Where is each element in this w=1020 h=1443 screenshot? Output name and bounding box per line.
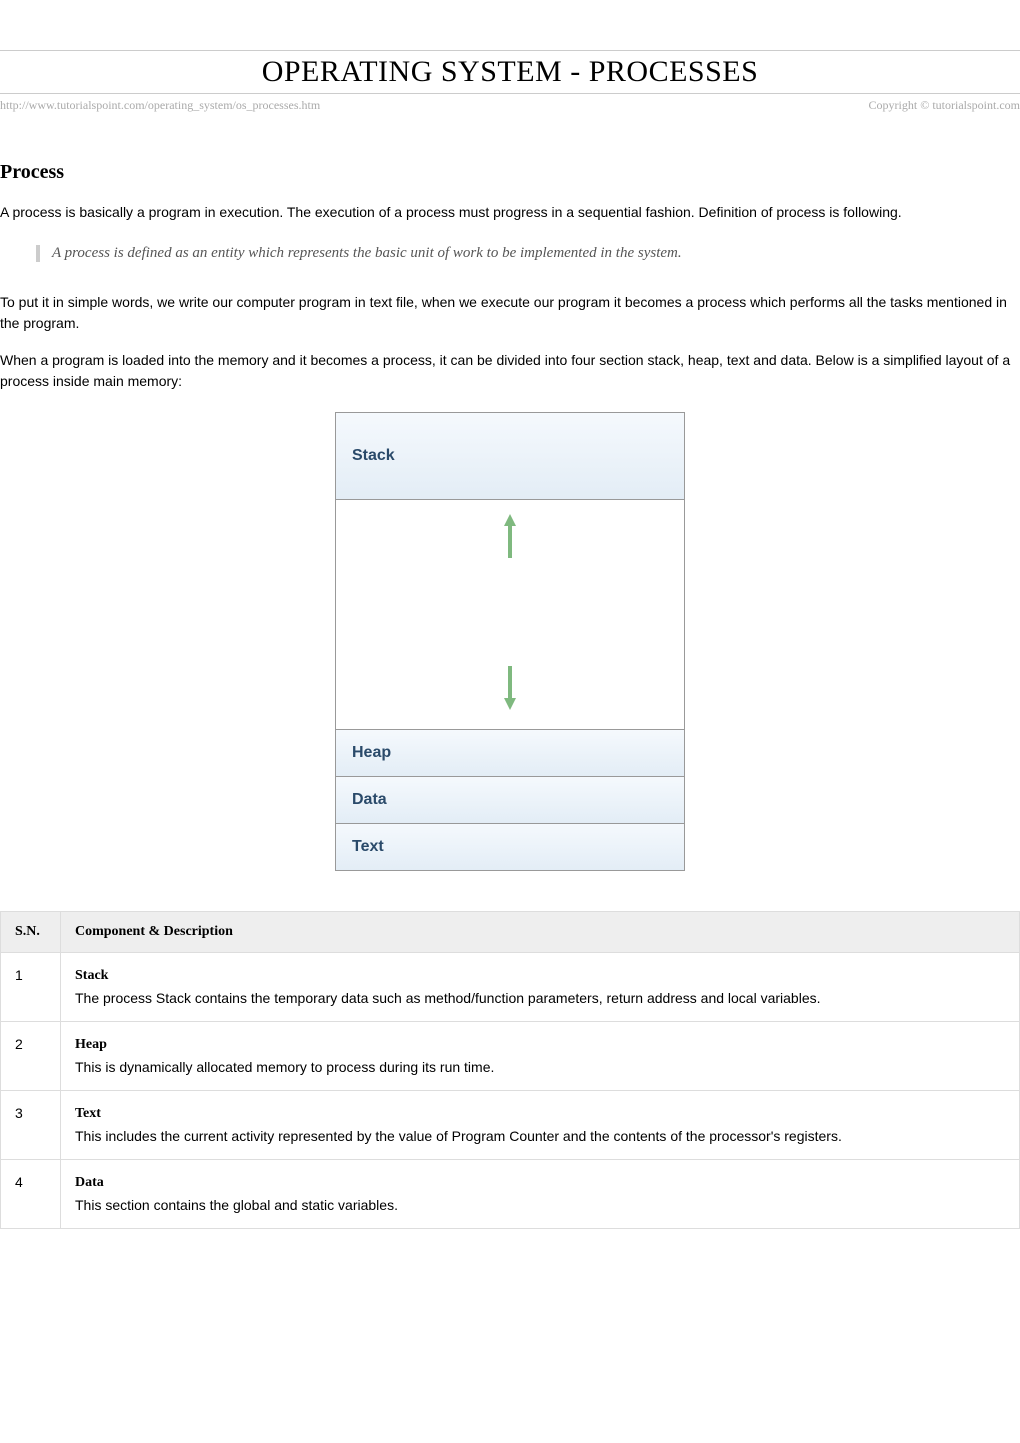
memory-diagram: Stack Heap Data Text (335, 412, 685, 871)
table-cell-sn: 1 (1, 953, 61, 1022)
table-row: 4 Data This section contains the global … (1, 1160, 1020, 1229)
memory-gap (336, 500, 684, 730)
component-name: Stack (75, 965, 1005, 986)
arrow-up-icon (502, 514, 518, 563)
table-cell-desc: Text This includes the current activity … (61, 1091, 1020, 1160)
table-header-sn: S.N. (1, 912, 61, 953)
table-row: 3 Text This includes the current activit… (1, 1091, 1020, 1160)
table-row: 2 Heap This is dynamically allocated mem… (1, 1022, 1020, 1091)
paragraph-intro: A process is basically a program in exec… (0, 202, 1020, 223)
section-heading-process: Process (0, 161, 1020, 184)
page-wrapper: OPERATING SYSTEM - PROCESSES http://www.… (0, 50, 1020, 1249)
definition-quote: A process is defined as an entity which … (36, 245, 1020, 262)
table-cell-desc: Stack The process Stack contains the tem… (61, 953, 1020, 1022)
table-cell-sn: 2 (1, 1022, 61, 1091)
source-url-link[interactable]: http://www.tutorialspoint.com/operating_… (0, 98, 320, 113)
memory-diagram-container: Stack Heap Data Text (0, 412, 1020, 871)
component-desc: This is dynamically allocated memory to … (75, 1059, 494, 1075)
arrow-down-icon (502, 666, 518, 715)
title-section: OPERATING SYSTEM - PROCESSES (0, 50, 1020, 94)
memory-block-text: Text (336, 824, 684, 870)
component-table: S.N. Component & Description 1 Stack The… (0, 911, 1020, 1229)
table-cell-desc: Data This section contains the global an… (61, 1160, 1020, 1229)
meta-row: http://www.tutorialspoint.com/operating_… (0, 94, 1020, 113)
content-area: Process A process is basically a program… (0, 113, 1020, 1229)
memory-block-heap: Heap (336, 730, 684, 777)
component-name: Text (75, 1103, 1005, 1124)
component-desc: This includes the current activity repre… (75, 1128, 842, 1144)
component-desc: The process Stack contains the temporary… (75, 990, 821, 1006)
table-row: 1 Stack The process Stack contains the t… (1, 953, 1020, 1022)
component-name: Data (75, 1172, 1005, 1193)
memory-block-stack: Stack (336, 413, 684, 500)
component-desc: This section contains the global and sta… (75, 1197, 398, 1213)
table-cell-sn: 4 (1, 1160, 61, 1229)
component-name: Heap (75, 1034, 1005, 1055)
paragraph-simple: To put it in simple words, we write our … (0, 292, 1020, 334)
memory-block-data: Data (336, 777, 684, 824)
table-cell-sn: 3 (1, 1091, 61, 1160)
copyright-text: Copyright © tutorialspoint.com (869, 98, 1020, 113)
table-cell-desc: Heap This is dynamically allocated memor… (61, 1022, 1020, 1091)
table-header-row: S.N. Component & Description (1, 912, 1020, 953)
table-header-comp: Component & Description (61, 912, 1020, 953)
page-title: OPERATING SYSTEM - PROCESSES (0, 55, 1020, 89)
paragraph-layout: When a program is loaded into the memory… (0, 350, 1020, 392)
